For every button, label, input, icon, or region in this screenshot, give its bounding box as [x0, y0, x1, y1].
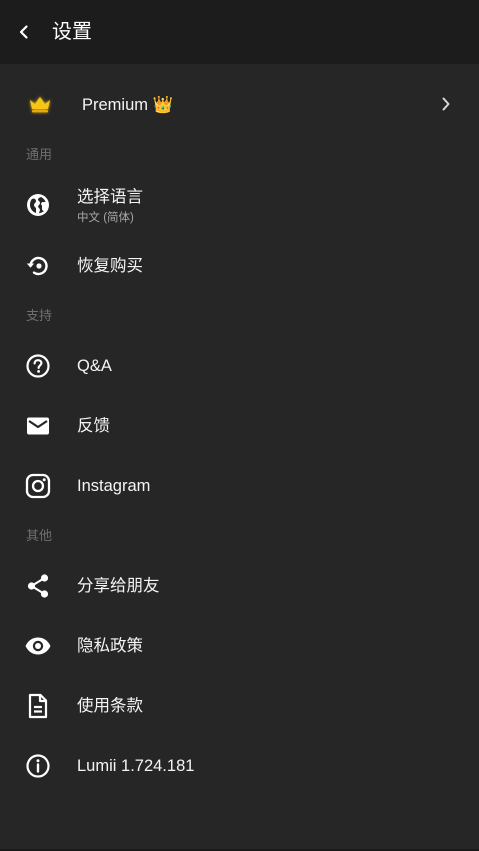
share-row[interactable]: 分享给朋友: [0, 560, 479, 612]
page-title: 设置: [52, 21, 92, 43]
version-label: Lumii 1.724.181: [77, 757, 195, 775]
instagram-label: Instagram: [77, 477, 151, 495]
language-value: 中文 (简体): [77, 212, 134, 224]
share-label: 分享给朋友: [77, 577, 160, 595]
back-button[interactable]: [10, 18, 38, 46]
restore-label: 恢复购买: [77, 257, 143, 275]
top-bar: 设置: [0, 0, 479, 64]
language-label: 选择语言: [77, 188, 143, 206]
crown-icon: [26, 90, 54, 118]
qa-label: Q&A: [77, 357, 112, 375]
restore-row[interactable]: 恢复购买: [0, 240, 479, 292]
terms-label: 使用条款: [77, 697, 143, 715]
info-icon: [24, 752, 52, 780]
qa-row[interactable]: Q&A: [0, 340, 479, 392]
premium-label: Premium 👑: [82, 96, 174, 114]
restore-icon: [24, 252, 52, 280]
instagram-icon: [24, 472, 52, 500]
globe-icon: [24, 191, 52, 219]
feedback-label: 反馈: [77, 417, 110, 435]
instagram-row[interactable]: Instagram: [0, 460, 479, 512]
terms-row[interactable]: 使用条款: [0, 680, 479, 732]
language-row[interactable]: 选择语言 中文 (简体): [0, 178, 479, 234]
help-circle-icon: [24, 352, 52, 380]
document-icon: [24, 692, 52, 720]
eye-icon: [24, 632, 52, 660]
version-row[interactable]: Lumii 1.724.181: [0, 740, 479, 792]
back-arrow-icon: [19, 25, 28, 39]
chevron-right-icon: [439, 97, 453, 111]
privacy-row[interactable]: 隐私政策: [0, 620, 479, 672]
section-support: 支持: [26, 308, 53, 323]
section-general: 通用: [26, 147, 53, 162]
settings-screen: 设置 Premium 👑 通用 选择语言 中文 (简体) 恢复购买 支持 Q&A…: [0, 0, 479, 851]
mail-icon: [24, 412, 52, 440]
premium-row[interactable]: Premium 👑: [0, 78, 479, 130]
section-other: 其他: [26, 528, 53, 543]
privacy-label: 隐私政策: [77, 637, 143, 655]
feedback-row[interactable]: 反馈: [0, 400, 479, 452]
share-icon: [24, 572, 52, 600]
